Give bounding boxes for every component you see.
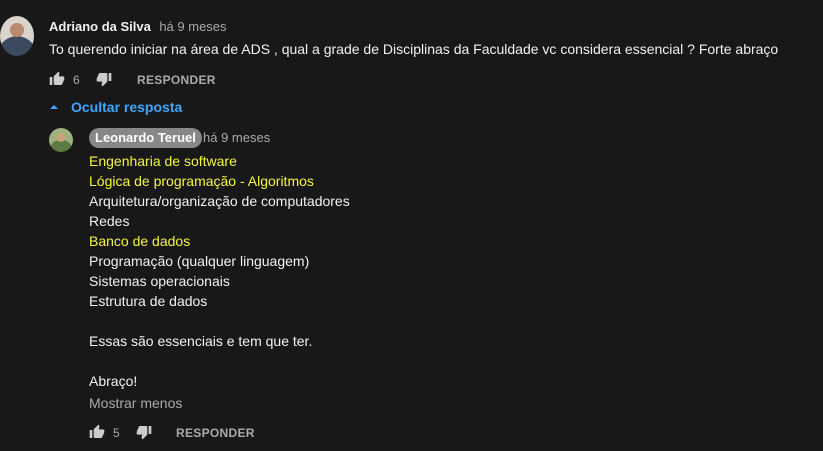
show-less-button[interactable]: Mostrar menos (89, 395, 182, 411)
comment-time[interactable]: há 9 meses (159, 19, 226, 34)
reply-time[interactable]: há 9 meses (203, 130, 270, 145)
reply-reply-button[interactable]: RESPONDER (176, 426, 255, 440)
reply-text-line: Programação (qualquer linguagem) (89, 253, 310, 269)
reply-text-line: Banco de dados (89, 233, 191, 249)
reply-text-line: Redes (89, 213, 130, 229)
like-count: 6 (73, 73, 80, 87)
caret-up-icon (50, 105, 58, 109)
thumbs-down-icon (96, 73, 112, 87)
avatar[interactable] (0, 16, 34, 56)
hide-replies-label: Ocultar resposta (71, 99, 183, 115)
reply-text-line: Engenharia de software (89, 153, 237, 169)
reply-avatar[interactable] (49, 128, 73, 152)
reply-like-count: 5 (113, 426, 120, 440)
comment-text: To querendo iniciar na área de ADS , qua… (49, 41, 779, 57)
like-button[interactable] (49, 71, 65, 87)
reply-author-badge[interactable]: Leonardo Teruel (89, 128, 202, 148)
reply-text-line: Essas são essenciais e tem que ter. (89, 333, 313, 349)
reply-text-line: Lógica de programação - Algoritmos (89, 173, 314, 189)
dislike-button[interactable] (96, 71, 112, 87)
comment-author[interactable]: Adriano da Silva (49, 19, 151, 34)
thumbs-up-icon (49, 71, 65, 85)
reply-button[interactable]: RESPONDER (137, 73, 216, 87)
thumbs-up-icon (89, 424, 105, 438)
reply-text-line: Arquitetura/organização de computadores (89, 193, 350, 209)
reply-dislike-button[interactable] (136, 424, 152, 440)
reply-text-line: Estrutura de dados (89, 293, 208, 309)
reply-like-button[interactable] (89, 424, 105, 440)
hide-replies-toggle[interactable]: Ocultar resposta (49, 99, 182, 115)
reply-text-line: Abraço! (89, 373, 138, 389)
comment-header: Adriano da Silva há 9 meses (49, 18, 227, 36)
thumbs-down-icon (136, 426, 152, 440)
reply-text-line: Sistemas operacionais (89, 273, 230, 289)
